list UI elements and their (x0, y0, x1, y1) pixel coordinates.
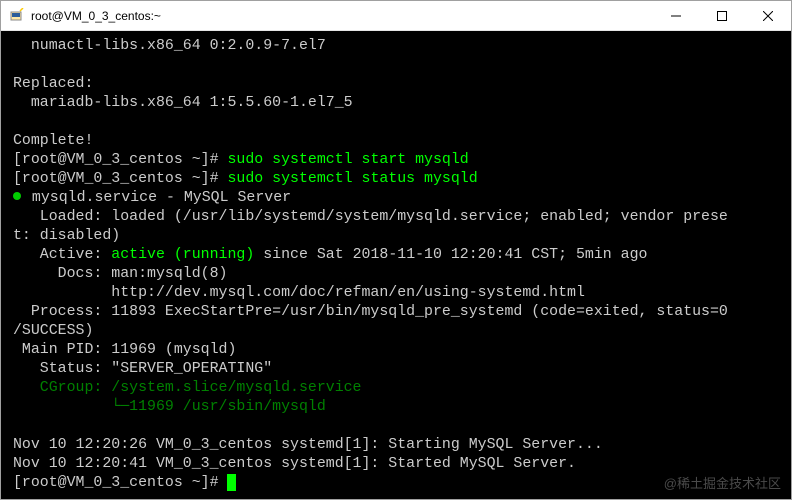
command: sudo systemctl status mysqld (227, 171, 477, 187)
line: CGroup: /system.slice/mysqld.service (13, 380, 362, 396)
cursor-icon (227, 474, 236, 491)
line: numactl-libs.x86_64 0:2.0.9-7.el7 (13, 38, 326, 54)
prompt: [root@VM_0_3_centos ~]# (13, 475, 227, 491)
line: Nov 10 12:20:26 VM_0_3_centos systemd[1]… (13, 437, 603, 453)
close-button[interactable] (745, 1, 791, 31)
line: └─11969 /usr/sbin/mysqld (13, 399, 326, 415)
watermark: @稀土掘金技术社区 (664, 474, 781, 493)
line: Process: 11893 ExecStartPre=/usr/bin/mys… (13, 304, 728, 320)
line: Nov 10 12:20:41 VM_0_3_centos systemd[1]… (13, 456, 576, 472)
active-status: active (running) (111, 247, 254, 263)
line: t: disabled) (13, 228, 120, 244)
line: http://dev.mysql.com/doc/refman/en/using… (13, 285, 585, 301)
titlebar[interactable]: root@VM_0_3_centos:~ (1, 1, 791, 31)
line: Complete! (13, 133, 93, 149)
minimize-button[interactable] (653, 1, 699, 31)
line: Replaced: (13, 76, 93, 92)
line: mysqld.service - MySQL Server (23, 190, 291, 206)
command: sudo systemctl start mysqld (227, 152, 468, 168)
prompt: [root@VM_0_3_centos ~]# (13, 152, 227, 168)
maximize-button[interactable] (699, 1, 745, 31)
line: Status: "SERVER_OPERATING" (13, 361, 272, 377)
status-bullet-icon (13, 192, 21, 200)
line: Docs: man:mysqld(8) (13, 266, 227, 282)
line: mariadb-libs.x86_64 1:5.5.60-1.el7_5 (13, 95, 353, 111)
line: Main PID: 11969 (mysqld) (13, 342, 236, 358)
line: /SUCCESS) (13, 323, 93, 339)
line: since Sat 2018-11-10 12:20:41 CST; 5min … (254, 247, 647, 263)
terminal-output[interactable]: numactl-libs.x86_64 0:2.0.9-7.el7 Replac… (1, 31, 791, 499)
window-title: root@VM_0_3_centos:~ (31, 9, 653, 23)
window-frame: root@VM_0_3_centos:~ numactl-libs.x86_64… (0, 0, 792, 500)
window-controls (653, 1, 791, 31)
putty-icon (9, 8, 25, 24)
prompt: [root@VM_0_3_centos ~]# (13, 171, 227, 187)
line: Active: (13, 247, 111, 263)
line: Loaded: loaded (/usr/lib/systemd/system/… (13, 209, 728, 225)
